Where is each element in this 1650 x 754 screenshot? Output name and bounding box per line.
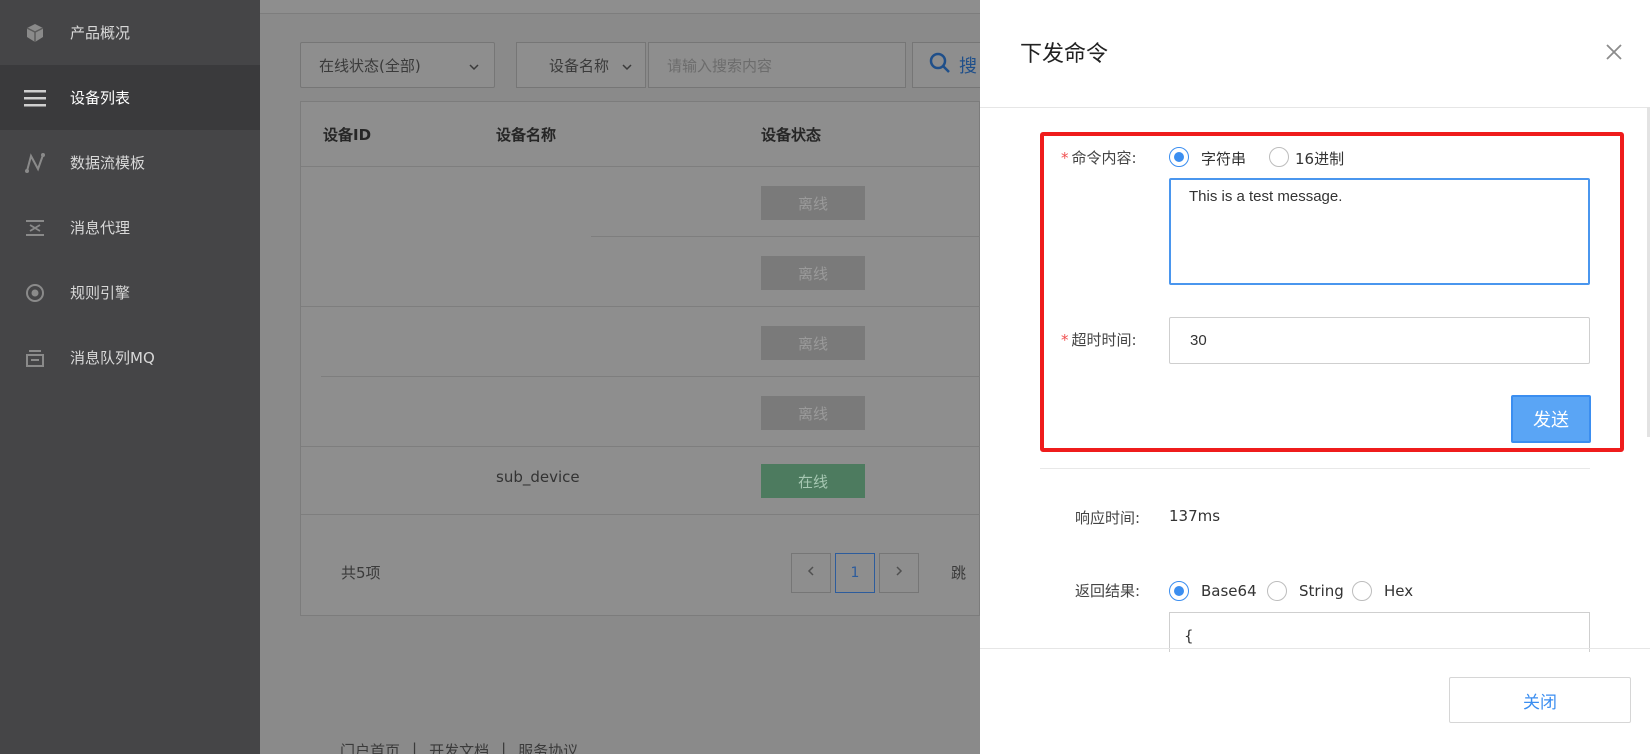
rule-icon (22, 280, 48, 306)
timeout-label: * 超时时间: (1061, 329, 1137, 350)
sidebar: 产品概况 设备列表 数据流模板 消息代理 规则引擎 消息队列MQ (0, 0, 260, 754)
footer-separator: | (501, 740, 507, 754)
footer-link-home[interactable]: 门户首页 (340, 740, 400, 754)
send-button[interactable]: 发送 (1511, 395, 1591, 443)
sidebar-item-rule-engine[interactable]: 规则引擎 (0, 260, 260, 325)
status-select[interactable]: 在线状态(全部) (300, 42, 495, 88)
radio-hex-result-label: Hex (1384, 582, 1414, 600)
status-badge: 离线 (761, 326, 865, 360)
top-bar (260, 0, 980, 14)
close-icon[interactable] (1600, 38, 1628, 66)
footer-links: 门户首页 | 开发文档 | 服务协议 (340, 740, 578, 754)
prev-page-button[interactable] (791, 553, 831, 593)
device-name-cell: sub_device (496, 468, 580, 486)
result-output-box[interactable]: { (1169, 612, 1590, 652)
column-header-status: 设备状态 (761, 125, 822, 144)
panel-footer-divider (980, 648, 1650, 649)
sidebar-item-label: 消息队列MQ (70, 349, 155, 367)
panel-title: 下发命令 (1020, 42, 1109, 67)
search-button-label: 搜 (959, 56, 977, 77)
radio-string-result[interactable] (1267, 581, 1287, 601)
close-button[interactable]: 关闭 (1449, 677, 1631, 723)
command-content-label: * 命令内容: (1061, 147, 1137, 168)
radio-string[interactable] (1169, 147, 1189, 167)
command-label-text: 命令内容: (1071, 149, 1137, 167)
row-divider (301, 514, 981, 515)
row-divider (301, 446, 981, 447)
sidebar-item-label: 规则引擎 (70, 284, 131, 302)
result-label: 返回结果: (1075, 582, 1141, 600)
required-mark: * (1061, 331, 1069, 349)
radio-hex16-label: 16进制 (1295, 150, 1345, 168)
cube-icon (22, 20, 48, 46)
timeout-label-text: 超时时间: (1071, 331, 1137, 349)
search-icon (929, 52, 951, 79)
sidebar-item-dataflow-template[interactable]: 数据流模板 (0, 130, 260, 195)
page-number-button[interactable]: 1 (835, 553, 875, 593)
column-header-name: 设备名称 (496, 125, 557, 144)
required-mark: * (1061, 149, 1069, 167)
chevron-down-icon (468, 59, 480, 77)
row-divider (301, 306, 981, 307)
sidebar-item-message-broker[interactable]: 消息代理 (0, 195, 260, 260)
command-content-textarea[interactable]: This is a test message. (1169, 178, 1590, 285)
chevron-right-icon (894, 565, 904, 581)
radio-base64-label: Base64 (1201, 582, 1257, 600)
device-table: 设备ID 设备名称 设备状态 离线 离线 离线 离线 sub_device 在线… (300, 101, 981, 616)
flow-icon (22, 150, 48, 176)
section-divider (1040, 468, 1590, 469)
queue-icon (22, 345, 48, 371)
sidebar-item-product-overview[interactable]: 产品概况 (0, 0, 260, 65)
search-placeholder: 请输入搜索内容 (667, 56, 773, 75)
chevron-down-icon (621, 59, 633, 77)
jump-label: 跳 (951, 564, 967, 582)
search-input[interactable]: 请输入搜索内容 (648, 42, 906, 88)
field-select-value: 设备名称 (549, 56, 610, 75)
status-badge: 离线 (761, 396, 865, 430)
sidebar-item-label: 产品概况 (70, 24, 131, 42)
row-divider (591, 236, 981, 237)
panel-header-divider (980, 107, 1650, 108)
status-select-value: 在线状态(全部) (319, 56, 421, 75)
radio-hex16[interactable] (1269, 147, 1289, 167)
timeout-input[interactable] (1169, 317, 1590, 364)
response-time-value: 137ms (1169, 507, 1221, 525)
radio-string-label: 字符串 (1201, 150, 1247, 168)
sidebar-item-message-queue[interactable]: 消息队列MQ (0, 325, 260, 390)
row-divider (321, 376, 981, 377)
radio-string-result-label: String (1299, 582, 1344, 600)
next-page-button[interactable] (879, 553, 919, 593)
status-badge: 离线 (761, 186, 865, 220)
footer-separator: | (412, 740, 418, 754)
footer-link-docs[interactable]: 开发文档 (429, 740, 489, 754)
response-time-label: 响应时间: (1075, 509, 1141, 527)
chevron-left-icon (806, 565, 816, 581)
sidebar-item-label: 消息代理 (70, 219, 131, 237)
footer-link-terms[interactable]: 服务协议 (518, 740, 578, 754)
send-command-panel: 下发命令 * 命令内容: 字符串 16进制 This is a test mess… (980, 0, 1650, 754)
field-select[interactable]: 设备名称 (516, 42, 646, 88)
list-icon (22, 85, 48, 111)
column-header-id: 设备ID (323, 125, 372, 144)
status-badge: 离线 (761, 256, 865, 290)
row-divider (301, 166, 981, 167)
broker-icon (22, 215, 48, 241)
status-badge: 在线 (761, 464, 865, 498)
sidebar-item-device-list[interactable]: 设备列表 (0, 65, 260, 130)
sidebar-item-label: 数据流模板 (70, 154, 146, 172)
radio-base64[interactable] (1169, 581, 1189, 601)
total-count: 共5项 (341, 564, 381, 582)
radio-hex-result[interactable] (1352, 581, 1372, 601)
main-content: 在线状态(全部) 设备名称 请输入搜索内容 搜 设备ID 设备名称 设备状态 离… (260, 0, 992, 754)
sidebar-item-label: 设备列表 (70, 89, 131, 107)
